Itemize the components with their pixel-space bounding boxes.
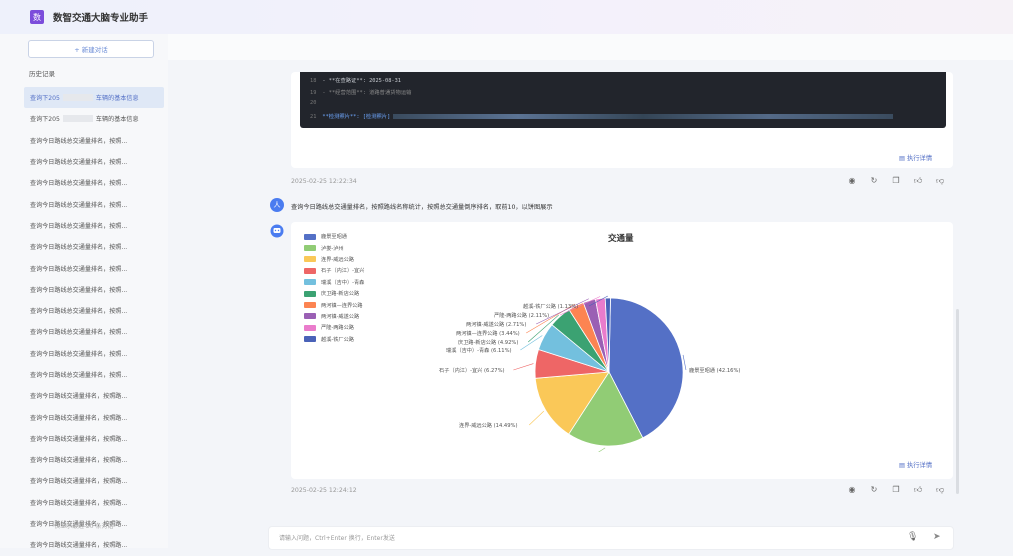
pie-label: 两河镇-威遂公路 (2.71%) (466, 320, 526, 328)
history-label: 历史记录 (29, 70, 55, 78)
chat-input-bar: 🎙︎ ➤ (268, 526, 954, 550)
history-item[interactable]: 查询今日路线总交通量排名，按照... (24, 279, 164, 300)
sidebar: + 新建对话 历史记录 查询下205 车辆的基本信息 查询下205 车辆的基本信息 查询… (0, 34, 168, 549)
pie-leader-line (682, 354, 687, 371)
record-icon[interactable]: ◉ (847, 485, 857, 495)
history-item[interactable]: 查询今日路线交通量排名，按照路... (24, 449, 164, 470)
record-icon[interactable]: ◉ (847, 176, 857, 186)
exec-details-link[interactable]: ▤ 执行详情 (899, 460, 932, 469)
message-timestamp: 2025-02-25 12:22:34 (291, 178, 357, 185)
history-item[interactable]: 查询今日路线总交通量排名，按照... (24, 130, 164, 151)
app-title: 数智交通大脑专业助手 (53, 13, 149, 24)
chart-icon: ▤ (899, 155, 907, 162)
chart-card: 鹿景至昭通 泸娄-泸州 连界-威远公路 石子（内江）-宜兴 瑞溪（吉中）-青森 庆卫路-新… (291, 222, 953, 479)
pie-label: 瑞溪（吉中）-青森 (6.11%) (446, 346, 512, 354)
assistant-avatar-icon (270, 224, 284, 238)
thumb-up-icon[interactable]: 👍︎ (913, 485, 923, 495)
history-item[interactable]: 查询今日路线总交通量排名，按照... (24, 364, 164, 385)
pie-label: 鹿景至昭通 (42.16%) (689, 366, 740, 374)
history-item[interactable]: 查询今日路线交通量排名，按照路... (24, 470, 164, 491)
history-item[interactable]: 查询今日路线总交通量排名，按照... (24, 151, 164, 172)
pie-label: 连界-威远公路 (14.49%) (459, 421, 517, 429)
history-item[interactable]: 查询今日路线交通量排名，按照路... (24, 534, 164, 555)
history-item[interactable]: 查询今日路线总交通量排名，按照... (24, 343, 164, 364)
message-timestamp: 2025-02-25 12:24:12 (291, 487, 357, 494)
code-line: 18- **在查路证**: 2025-08-31 (310, 78, 401, 84)
history-item[interactable]: 查询今日路线总交通量排名，按照... (24, 215, 164, 236)
pie-leader-line (598, 447, 606, 452)
pie-label: 严隆-两路公路 (2.11%) (494, 311, 549, 319)
pie-chart: 鹿景至昭通 (42.16%)泸娄-泸州 (16.7%)连界-威远公路 (14.4… (439, 295, 740, 452)
refresh-icon[interactable]: ↻ (869, 485, 879, 495)
chart-icon: ▤ (899, 462, 907, 469)
code-line: 19- **经营范围**: 道路普通货物运输 (310, 90, 412, 96)
copy-icon[interactable]: ❐ (891, 176, 901, 186)
top-bar: 数 数智交通大脑专业助手 (0, 0, 1013, 34)
thumb-up-icon[interactable]: 👍︎ (913, 176, 923, 186)
pie-label: 石子（内江）-宜兴 (6.27%) (439, 366, 505, 374)
history-item[interactable]: 查询今日路线总交通量排名，按照... (24, 236, 164, 257)
new-chat-button[interactable]: + 新建对话 (28, 40, 154, 58)
assistant-message-card: 18- **在查路证**: 2025-08-31 19- **经营范围**: 道… (291, 72, 953, 168)
code-block: 18- **在查路证**: 2025-08-31 19- **经营范围**: 道… (300, 72, 946, 128)
exec-details-link[interactable]: ▤ 执行详情 (899, 153, 932, 162)
refresh-icon[interactable]: ↻ (869, 176, 879, 186)
pie-label: 庆卫路-新店公路 (4.92%) (458, 338, 518, 346)
main-area: 18- **在查路证**: 2025-08-31 19- **经营范围**: 道… (168, 34, 1013, 550)
user-message: 查询今日路线总交通量排名，按照路线名称统计，按照总交通量倒序排名，取前10，以饼… (291, 204, 553, 211)
history-item[interactable]: 查询今日路线交通量排名，按照路... (24, 406, 164, 427)
message-actions: ◉ ↻ ❐ 👍︎ 👎︎ (847, 176, 945, 186)
copy-icon[interactable]: ❐ (891, 485, 901, 495)
user-avatar: 人 (270, 198, 284, 212)
main-header (168, 34, 1013, 60)
pie-label: 越溪-铁厂公路 (1.13%) (523, 302, 578, 310)
history-list: 查询下205 车辆的基本信息 查询下205 车辆的基本信息 查询今日路线总交通量排名，按… (24, 87, 164, 556)
code-line: 20 (310, 100, 317, 106)
history-item[interactable]: 查询今日路线交通量排名，按照路... (24, 428, 164, 449)
scrollbar[interactable] (956, 309, 959, 494)
pie-leader-line (513, 363, 534, 371)
history-footer: 仅显示最近 20 条对话 (54, 523, 114, 530)
history-item[interactable]: 查询今日路线总交通量排名，按照... (24, 193, 164, 214)
microphone-icon[interactable]: 🎙︎ (907, 532, 918, 542)
history-item[interactable]: 查询今日路线总交通量排名，按照... (24, 300, 164, 321)
history-item[interactable]: 查询下205 车辆的基本信息 (24, 108, 164, 129)
pie-label: 两河镇—连界公路 (3.44%) (456, 329, 520, 337)
chat-input[interactable] (279, 531, 879, 546)
history-item[interactable]: 查询下205 车辆的基本信息 (24, 87, 164, 109)
history-item[interactable]: 查询今日路线总交通量排名，按照... (24, 257, 164, 278)
send-icon[interactable]: ➤ (933, 532, 941, 542)
code-line: 21 **检测照片**: [检测照片] (310, 112, 894, 120)
thumb-down-icon[interactable]: 👎︎ (935, 485, 945, 495)
history-item[interactable]: 查询今日路线交通量排名，按照路... (24, 492, 164, 513)
blurred-image-url (393, 114, 894, 119)
history-item[interactable]: 查询今日路线总交通量排名，按照... (24, 172, 164, 193)
app-logo: 数 (30, 10, 44, 24)
history-item[interactable]: 查询今日路线总交通量排名，按照... (24, 321, 164, 342)
history-item[interactable]: 查询今日路线交通量排名，按照路... (24, 385, 164, 406)
thumb-down-icon[interactable]: 👎︎ (935, 176, 945, 186)
message-actions: ◉ ↻ ❐ 👍︎ 👎︎ (847, 485, 945, 495)
pie-leader-line (528, 410, 545, 426)
